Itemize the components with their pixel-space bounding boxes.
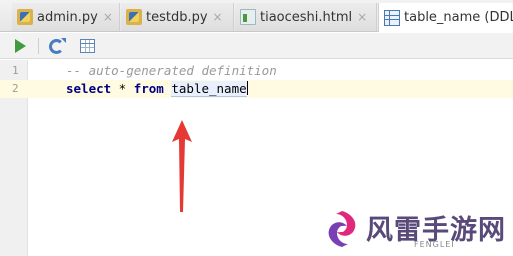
code-line-2[interactable]: 2 select * from table_name <box>0 80 513 98</box>
refresh-icon[interactable] <box>49 38 66 54</box>
run-icon[interactable] <box>12 38 28 54</box>
python-file-icon <box>17 9 33 25</box>
watermark: 风雷手游网 FENGLEI <box>318 206 508 254</box>
tab-label: admin.py <box>37 9 98 25</box>
editor-toolbar <box>0 33 513 59</box>
close-icon[interactable]: × <box>213 10 223 24</box>
table-view-icon[interactable] <box>80 39 95 53</box>
annotation-arrow <box>172 120 192 212</box>
watermark-logo-icon <box>328 211 356 247</box>
sql-comment: -- auto-generated definition <box>66 63 277 78</box>
editor-tab-bar: admin.py × testdb.py × tiaoceshi.html × … <box>0 0 513 32</box>
tab-table-name-ddl[interactable]: table_name (DDL <box>378 3 513 32</box>
line-number: 2 <box>12 82 19 95</box>
table-icon <box>384 9 400 26</box>
close-icon[interactable]: × <box>357 10 367 24</box>
tab-admin-py[interactable]: admin.py × <box>12 3 120 31</box>
tab-label: testdb.py <box>146 9 208 25</box>
toolbar-separator <box>38 38 39 54</box>
text-cursor <box>246 81 248 95</box>
table-name-identifier[interactable]: table_name <box>171 81 247 97</box>
close-icon[interactable]: × <box>103 10 113 24</box>
python-file-icon <box>126 9 142 25</box>
sql-keyword-from: from <box>133 81 164 96</box>
line-number: 1 <box>12 64 19 77</box>
sql-keyword-select: select <box>66 81 112 96</box>
code-line-1[interactable]: 1 -- auto-generated definition <box>0 62 513 80</box>
tab-testdb-py[interactable]: testdb.py × <box>121 3 234 31</box>
tab-label: tiaoceshi.html <box>260 9 353 25</box>
tab-label: table_name (DDL <box>404 10 513 25</box>
html-file-icon <box>240 9 256 25</box>
watermark-subtext: FENGLEI <box>414 240 455 249</box>
tab-tiaoceshi-html[interactable]: tiaoceshi.html × <box>235 3 377 31</box>
sql-star: * <box>111 81 134 96</box>
